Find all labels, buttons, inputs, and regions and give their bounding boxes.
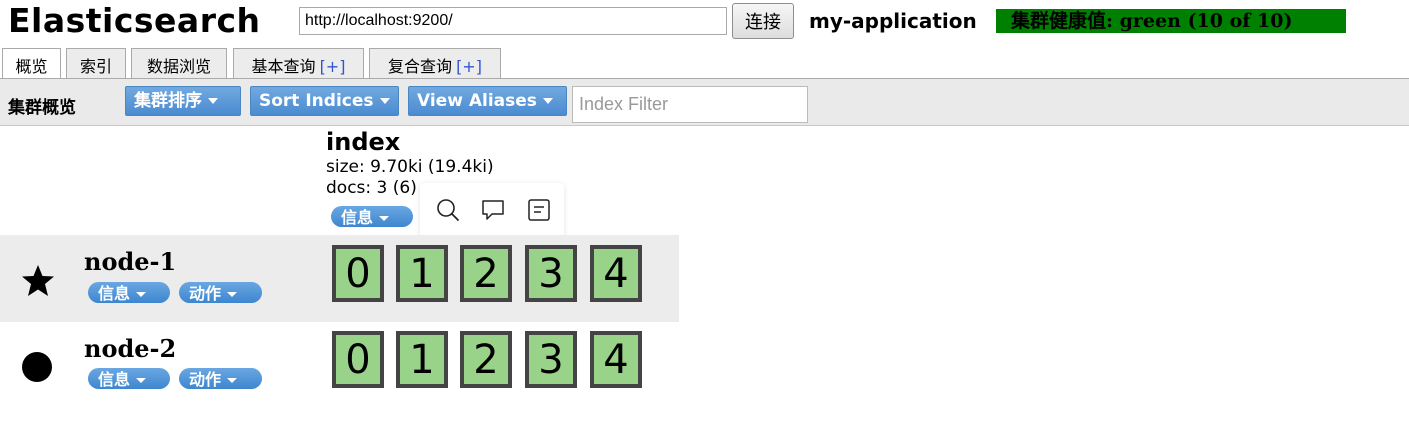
caret-down-icon [379,216,390,221]
dropdown-label: 集群排序 [134,91,202,111]
shard-box[interactable]: 1 [396,245,448,302]
node-name: node-2 [84,334,177,363]
node-info-button[interactable]: 信息 [88,282,170,303]
index-name: index [326,128,401,156]
tab-bar: 概览 索引 数据浏览 基本查询 [+] 复合查询 [+] [0,48,1409,79]
pill-label: 信息 [98,284,131,303]
caret-down-icon [136,378,147,383]
shard-box[interactable]: 4 [590,331,642,388]
index-size: size: 9.70ki (19.4ki) [326,157,494,177]
search-icon[interactable] [434,197,460,223]
add-tab-link[interactable]: [+] [456,57,482,76]
sort-indices-dropdown[interactable]: Sort Indices [250,86,399,116]
node-action-button[interactable]: 动作 [179,368,262,389]
pill-label: 信息 [341,208,374,227]
node-row: node-1 信息 动作 0 1 2 3 4 [0,235,679,322]
tab-label: 基本查询 [251,57,316,76]
tab-label: 复合查询 [388,57,453,76]
caret-down-icon [542,98,553,104]
app-title: Elasticsearch [8,1,261,40]
pill-label: 动作 [189,370,222,389]
url-input[interactable] [299,7,727,35]
view-aliases-dropdown[interactable]: View Aliases [408,86,567,116]
tab-browser[interactable]: 数据浏览 [131,48,227,78]
comment-icon[interactable] [480,197,506,223]
shard-box[interactable]: 1 [396,331,448,388]
tab-overview[interactable]: 概览 [2,48,61,79]
dropdown-label: View Aliases [417,91,537,111]
caret-down-icon [379,98,390,104]
shard-box[interactable]: 0 [332,331,384,388]
node-info-button[interactable]: 信息 [88,368,170,389]
circle-icon [22,352,52,382]
shard-box[interactable]: 3 [525,331,577,388]
shard-box[interactable]: 2 [460,245,512,302]
star-icon [22,265,54,296]
pill-label: 信息 [98,370,131,389]
caret-down-icon [208,98,218,104]
overview-toolbar: 集群概览 集群排序 Sort Indices View Aliases [0,79,1409,126]
floating-toolbar [420,183,564,245]
node-name: node-1 [84,247,177,276]
caret-down-icon [227,292,238,297]
header-bar: Elasticsearch 连接 my-application 集群健康值: g… [0,0,1409,48]
caret-down-icon [227,378,238,383]
shard-box[interactable]: 3 [525,245,577,302]
tab-label: 数据浏览 [146,57,211,76]
tab-label: 概览 [15,57,48,76]
shard-box[interactable]: 0 [332,245,384,302]
pill-label: 动作 [189,284,222,303]
index-filter-input[interactable] [572,86,808,123]
connect-button[interactable]: 连接 [732,3,794,39]
cluster-health-badge: 集群健康值: green (10 of 10) [996,9,1346,33]
caret-down-icon [136,292,147,297]
toolbar-title: 集群概览 [8,98,76,118]
tab-compound-query[interactable]: 复合查询 [+] [369,48,501,78]
node-row: node-2 信息 动作 0 1 2 3 4 [0,322,679,409]
add-tab-link[interactable]: [+] [320,57,346,76]
shard-box[interactable]: 4 [590,245,642,302]
tab-basic-query[interactable]: 基本查询 [+] [233,48,364,78]
tab-label: 索引 [79,57,112,76]
sort-cluster-dropdown[interactable]: 集群排序 [125,86,241,116]
cluster-name: my-application [809,9,977,33]
note-icon[interactable] [526,197,552,223]
tab-indices[interactable]: 索引 [66,48,126,78]
node-action-button[interactable]: 动作 [179,282,262,303]
shard-box[interactable]: 2 [460,331,512,388]
dropdown-label: Sort Indices [259,91,374,111]
index-info-button[interactable]: 信息 [331,206,413,227]
